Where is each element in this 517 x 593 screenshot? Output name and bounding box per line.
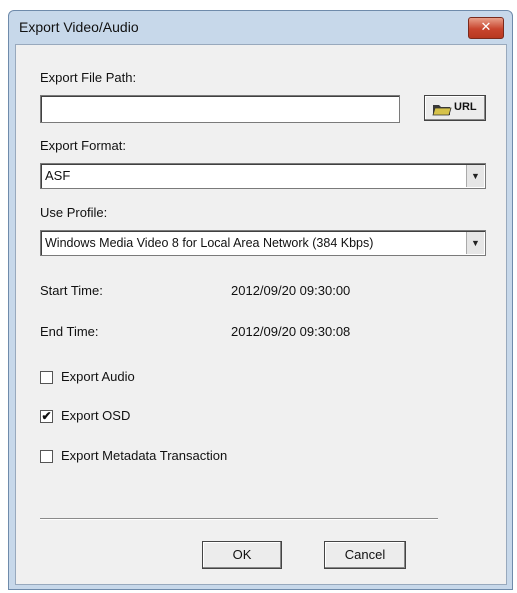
browse-url-button[interactable]: URL (424, 95, 486, 121)
export-audio-checkbox[interactable] (40, 371, 53, 384)
close-icon: ✕ (480, 20, 492, 35)
separator (40, 518, 438, 520)
export-format-select[interactable]: ASF ▼ (40, 163, 486, 189)
start-time-label: Start Time: (40, 283, 103, 298)
export-osd-checkbox[interactable]: ✔ (40, 410, 53, 423)
export-path-label: Export File Path: (40, 70, 137, 85)
chevron-down-icon[interactable]: ▼ (466, 232, 484, 254)
end-time-label: End Time: (40, 324, 99, 339)
cancel-button[interactable]: Cancel (324, 541, 406, 569)
export-format-value: ASF (45, 168, 71, 183)
checkmark-icon: ✔ (41, 409, 52, 423)
start-time-value: 2012/09/20 09:30:00 (231, 283, 351, 298)
folder-icon (432, 105, 452, 116)
export-format-label: Export Format: (40, 138, 126, 153)
export-osd-label: Export OSD (61, 408, 131, 423)
close-button[interactable]: ✕ (468, 17, 504, 39)
profile-value: Windows Media Video 8 for Local Area Net… (45, 236, 374, 250)
dialog-body: Export File Path: URL Export Format: ASF… (15, 44, 507, 585)
export-path-input[interactable] (40, 95, 400, 123)
ok-button[interactable]: OK (202, 541, 282, 569)
url-label: URL (454, 101, 477, 113)
title-bar[interactable]: Export Video/Audio ✕ (9, 11, 512, 43)
profile-select[interactable]: Windows Media Video 8 for Local Area Net… (40, 230, 486, 256)
export-metadata-checkbox[interactable] (40, 450, 53, 463)
use-profile-label: Use Profile: (40, 205, 108, 220)
end-time-value: 2012/09/20 09:30:08 (231, 324, 351, 339)
export-dialog: Export Video/Audio ✕ Export File Path: U… (8, 10, 513, 590)
export-metadata-label: Export Metadata Transaction (61, 448, 228, 463)
export-audio-label: Export Audio (61, 369, 135, 384)
chevron-down-icon[interactable]: ▼ (466, 165, 484, 187)
dialog-title: Export Video/Audio (19, 19, 139, 35)
